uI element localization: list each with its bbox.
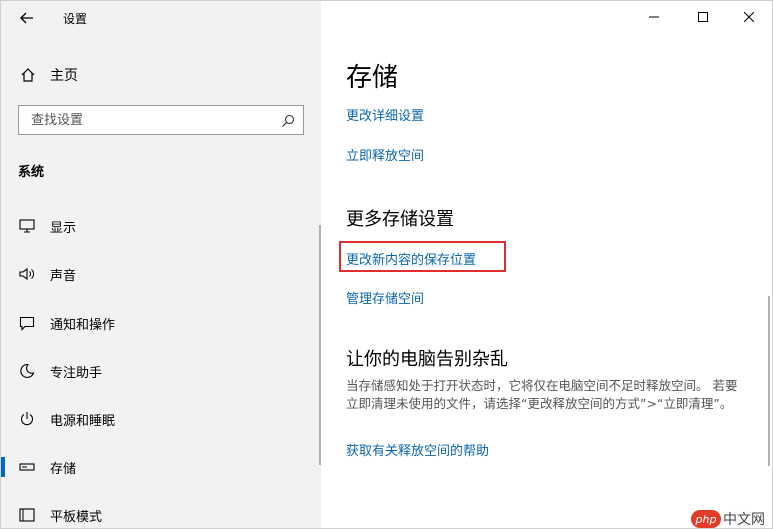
home-icon: [19, 66, 37, 84]
change-save-location-link[interactable]: 更改新内容的保存位置: [346, 249, 476, 268]
minimize-button[interactable]: [631, 1, 677, 33]
storage-icon: [18, 458, 36, 476]
sidebar-item-label: 显示: [50, 220, 77, 236]
back-arrow-icon: [20, 12, 33, 24]
free-up-space-link[interactable]: 立即释放空间: [346, 145, 424, 164]
maximize-button[interactable]: [680, 1, 726, 33]
sidebar-item-notifications[interactable]: 通知和操作: [1, 303, 321, 343]
watermark-badge: php: [691, 510, 721, 528]
display-icon: [18, 217, 36, 235]
search-box: [18, 105, 304, 135]
moon-icon: [18, 362, 36, 380]
sidebar: 设置 主页 系统 显示 声音: [1, 1, 321, 528]
manage-storage-link[interactable]: 管理存储空间: [346, 288, 424, 307]
sidebar-item-label: 存储: [50, 461, 77, 477]
settings-window: 设置 主页 系统 显示 声音: [0, 0, 773, 529]
more-storage-heading: 更多存储设置: [346, 209, 454, 230]
app-title: 设置: [63, 12, 88, 26]
content-scrollbar[interactable]: [768, 296, 770, 466]
declutter-heading: 让你的电脑告别杂乱: [346, 349, 508, 370]
watermark-logo: php 中文网: [691, 509, 765, 529]
tablet-icon: [18, 506, 36, 524]
sidebar-item-tablet-mode[interactable]: 平板模式: [1, 495, 321, 528]
change-details-link[interactable]: 更改详细设置: [346, 105, 424, 124]
sidebar-item-storage[interactable]: 存储: [1, 447, 321, 487]
sidebar-item-label: 平板模式: [50, 509, 103, 525]
selected-indicator: [1, 457, 5, 477]
power-icon: [18, 410, 36, 428]
close-button[interactable]: [726, 1, 772, 33]
close-icon: [744, 12, 754, 22]
sidebar-item-label: 主页: [50, 68, 78, 84]
declutter-description: 当存储感知处于打开状态时，它将仅在电脑空间不足时释放空间。 若要立即清理未使用的…: [346, 378, 738, 411]
sidebar-item-label: 电源和睡眠: [50, 413, 116, 429]
watermark-text: 中文网: [723, 512, 765, 528]
sidebar-item-home[interactable]: 主页: [19, 65, 78, 85]
main-content: 存储 更改详细设置 立即释放空间 更多存储设置 更改新内容的保存位置 管理存储空…: [321, 1, 772, 528]
speaker-icon: [18, 265, 36, 283]
sidebar-item-label: 声音: [50, 268, 77, 284]
sidebar-item-focus-assist[interactable]: 专注助手: [1, 351, 321, 391]
minimize-icon: [649, 16, 659, 18]
sidebar-item-display[interactable]: 显示: [1, 206, 321, 246]
notification-icon: [18, 314, 36, 332]
maximize-icon: [698, 12, 708, 22]
sidebar-item-power-sleep[interactable]: 电源和睡眠: [1, 399, 321, 439]
page-title: 存储: [346, 63, 399, 93]
help-link[interactable]: 获取有关释放空间的帮助: [346, 440, 489, 459]
section-heading: 系统: [18, 165, 45, 180]
sidebar-item-label: 通知和操作: [50, 317, 116, 333]
sidebar-item-label: 专注助手: [50, 365, 103, 381]
sidebar-item-sound[interactable]: 声音: [1, 254, 321, 294]
search-icon[interactable]: [281, 113, 295, 127]
back-button[interactable]: [15, 7, 39, 29]
search-input[interactable]: [29, 111, 273, 129]
